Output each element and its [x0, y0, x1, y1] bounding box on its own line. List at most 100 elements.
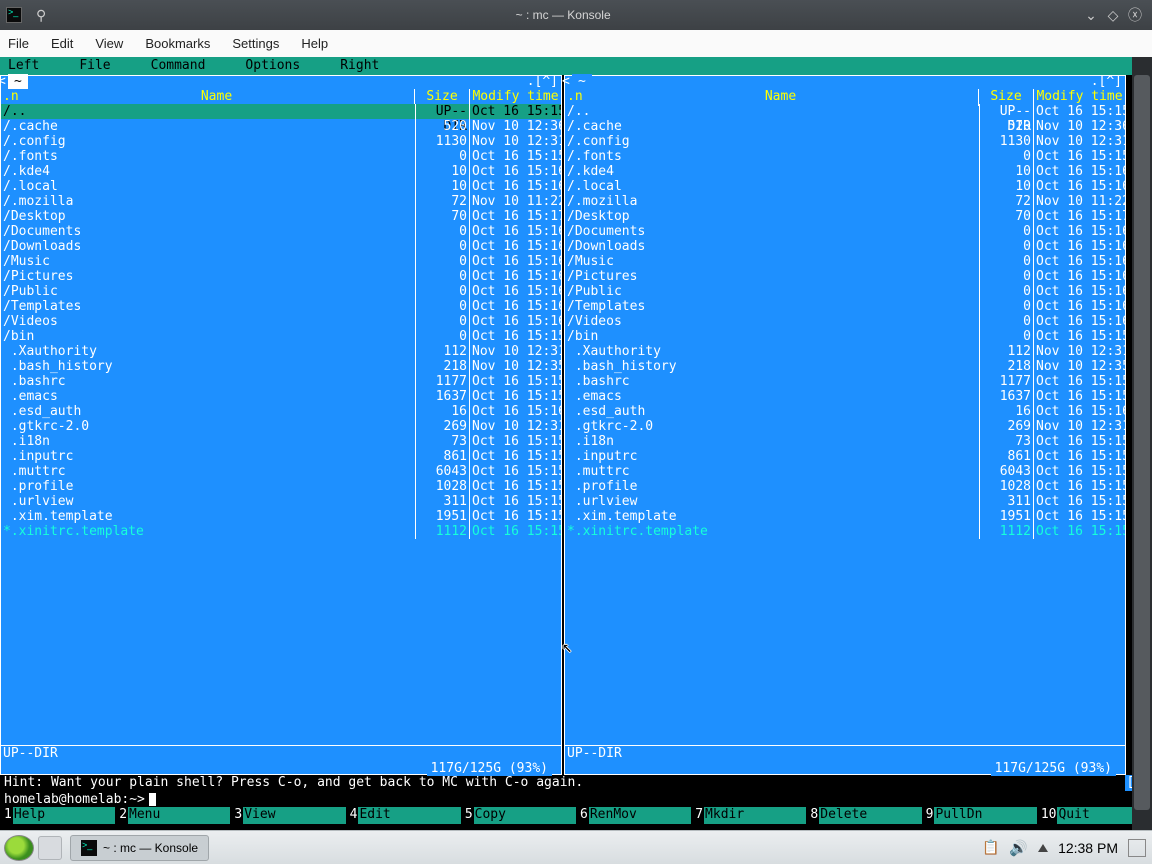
fnkey-pulldn[interactable]: 9PullDn: [922, 807, 1037, 824]
file-row[interactable]: /Videos0Oct 16 15:16: [1, 314, 561, 329]
file-row[interactable]: /.fonts0Oct 16 15:15: [1, 149, 561, 164]
file-row[interactable]: /Templates0Oct 16 15:16: [565, 299, 1125, 314]
start-button[interactable]: [4, 835, 34, 861]
file-row[interactable]: .bashrc1177Oct 16 15:15: [565, 374, 1125, 389]
mc-menu-right[interactable]: Right: [340, 57, 379, 75]
scrollbar-thumb[interactable]: [1134, 75, 1150, 810]
mc-menu-options[interactable]: Options: [245, 57, 300, 75]
file-row[interactable]: .profile1028Oct 16 15:15: [1, 479, 561, 494]
file-row[interactable]: /Templates0Oct 16 15:16: [1, 299, 561, 314]
pin-icon[interactable]: ⚲: [36, 7, 46, 24]
file-row[interactable]: /.mozilla72Nov 10 11:22: [1, 194, 561, 209]
file-row[interactable]: /bin0Oct 16 15:15: [1, 329, 561, 344]
file-row[interactable]: .bash_history218Nov 10 12:35: [1, 359, 561, 374]
fnkey-help[interactable]: 1Help: [0, 807, 115, 824]
left-panel-path[interactable]: ~: [8, 74, 28, 89]
mc-menu-command[interactable]: Command: [151, 57, 206, 75]
file-row[interactable]: /Downloads0Oct 16 15:16: [1, 239, 561, 254]
right-panel-path[interactable]: ~: [572, 74, 592, 89]
file-row[interactable]: /Music0Oct 16 15:16: [565, 254, 1125, 269]
file-row[interactable]: /.config1130Nov 10 12:31: [1, 134, 561, 149]
menu-file[interactable]: File: [8, 36, 29, 51]
file-row[interactable]: /bin0Oct 16 15:15: [565, 329, 1125, 344]
volume-icon[interactable]: 🔊: [1009, 839, 1028, 857]
file-row[interactable]: /Public0Oct 16 15:16: [565, 284, 1125, 299]
file-row[interactable]: /.mozilla72Nov 10 11:22: [565, 194, 1125, 209]
file-row[interactable]: /Public0Oct 16 15:16: [1, 284, 561, 299]
file-row[interactable]: .bashrc1177Oct 16 15:15: [1, 374, 561, 389]
file-row[interactable]: .xim.template1951Oct 16 15:15: [565, 509, 1125, 524]
file-row[interactable]: .esd_auth16Oct 16 15:16: [565, 404, 1125, 419]
file-row[interactable]: /Desktop70Oct 16 15:17: [565, 209, 1125, 224]
file-row[interactable]: .urlview311Oct 16 15:15: [565, 494, 1125, 509]
file-row[interactable]: .Xauthority112Nov 10 12:31: [1, 344, 561, 359]
quicklaunch-button[interactable]: [38, 836, 62, 860]
close-button[interactable]: ⓧ: [1124, 5, 1146, 25]
file-row[interactable]: .urlview311Oct 16 15:15: [1, 494, 561, 509]
file-row[interactable]: /Pictures0Oct 16 15:16: [1, 269, 561, 284]
file-row[interactable]: .gtkrc-2.0269Nov 10 12:31: [565, 419, 1125, 434]
file-row[interactable]: /.kde410Oct 16 15:16: [1, 164, 561, 179]
file-row[interactable]: /Documents0Oct 16 15:16: [565, 224, 1125, 239]
file-row[interactable]: /..UP--DIROct 16 15:15: [1, 104, 561, 119]
fnkey-delete[interactable]: 8Delete: [806, 807, 921, 824]
file-row[interactable]: /.kde410Oct 16 15:16: [565, 164, 1125, 179]
file-row[interactable]: *.xinitrc.template1112Oct 16 15:15: [565, 524, 1125, 539]
mc-prompt[interactable]: homelab@homelab:~>: [0, 791, 1152, 807]
file-row[interactable]: .bash_history218Nov 10 12:35: [565, 359, 1125, 374]
file-row[interactable]: .inputrc861Oct 16 15:15: [565, 449, 1125, 464]
menu-help[interactable]: Help: [301, 36, 328, 51]
fnkey-copy[interactable]: 5Copy: [461, 807, 576, 824]
terminal-scrollbar[interactable]: [1132, 57, 1152, 830]
file-row[interactable]: .i18n73Oct 16 15:15: [1, 434, 561, 449]
file-row[interactable]: .muttrc6043Oct 16 15:15: [1, 464, 561, 479]
file-row[interactable]: .emacs1637Oct 16 15:15: [565, 389, 1125, 404]
terminal-area[interactable]: Left File Command Options Right <- ~ .[^…: [0, 57, 1152, 830]
left-panel-body[interactable]: /..UP--DIROct 16 15:15/.cache520Nov 10 1…: [1, 104, 561, 746]
file-row[interactable]: .muttrc6043Oct 16 15:15: [565, 464, 1125, 479]
file-row[interactable]: /Downloads0Oct 16 15:16: [565, 239, 1125, 254]
fnkey-mkdir[interactable]: 7Mkdir: [691, 807, 806, 824]
fnkey-menu[interactable]: 2Menu: [115, 807, 230, 824]
file-row[interactable]: /..UP--DIROct 16 15:15: [565, 104, 1125, 119]
maximize-button[interactable]: ◇: [1102, 7, 1124, 24]
clipboard-icon[interactable]: 📋: [982, 839, 999, 856]
file-row[interactable]: /Music0Oct 16 15:16: [1, 254, 561, 269]
fnkey-edit[interactable]: 4Edit: [346, 807, 461, 824]
right-panel-body[interactable]: /..UP--DIROct 16 15:15/.cache520Nov 10 1…: [565, 104, 1125, 746]
file-row[interactable]: .gtkrc-2.0269Nov 10 12:31: [1, 419, 561, 434]
clock[interactable]: 12:38 PM: [1058, 840, 1118, 856]
minimize-button[interactable]: ⌄: [1080, 7, 1102, 24]
file-row[interactable]: /.config1130Nov 10 12:31: [565, 134, 1125, 149]
file-row[interactable]: .xim.template1951Oct 16 15:15: [1, 509, 561, 524]
file-row[interactable]: .i18n73Oct 16 15:15: [565, 434, 1125, 449]
mc-menu-left[interactable]: Left: [8, 57, 39, 75]
file-row[interactable]: *.xinitrc.template1112Oct 16 15:15: [1, 524, 561, 539]
file-row[interactable]: /.fonts0Oct 16 15:15: [565, 149, 1125, 164]
fnkey-view[interactable]: 3View: [230, 807, 345, 824]
file-row[interactable]: .Xauthority112Nov 10 12:31: [565, 344, 1125, 359]
menu-edit[interactable]: Edit: [51, 36, 73, 51]
file-row[interactable]: .profile1028Oct 16 15:15: [565, 479, 1125, 494]
panel-hat-icon[interactable]: .[^]: [527, 74, 558, 89]
fnkey-renmov[interactable]: 6RenMov: [576, 807, 691, 824]
mc-menu-file[interactable]: File: [79, 57, 110, 75]
file-row[interactable]: /.cache520Nov 10 12:36: [1, 119, 561, 134]
file-row[interactable]: /.cache520Nov 10 12:36: [565, 119, 1125, 134]
menu-view[interactable]: View: [95, 36, 123, 51]
show-desktop-button[interactable]: [1128, 839, 1146, 857]
file-row[interactable]: /.local10Oct 16 15:16: [565, 179, 1125, 194]
file-row[interactable]: .emacs1637Oct 16 15:15: [1, 389, 561, 404]
file-row[interactable]: /Desktop70Oct 16 15:17: [1, 209, 561, 224]
right-panel[interactable]: <- ~ .[^] .n Name Size Modify time /..UP…: [564, 75, 1126, 775]
left-panel[interactable]: <- ~ .[^] .n Name Size Modify time /..UP…: [0, 75, 562, 775]
file-row[interactable]: /Videos0Oct 16 15:16: [565, 314, 1125, 329]
file-row[interactable]: /Pictures0Oct 16 15:16: [565, 269, 1125, 284]
menu-settings[interactable]: Settings: [232, 36, 279, 51]
panel-hat-icon[interactable]: .[^]: [1091, 74, 1122, 89]
taskbar-task-konsole[interactable]: ~ : mc — Konsole: [70, 835, 209, 861]
file-row[interactable]: /Documents0Oct 16 15:16: [1, 224, 561, 239]
file-row[interactable]: .inputrc861Oct 16 15:15: [1, 449, 561, 464]
file-row[interactable]: /.local10Oct 16 15:16: [1, 179, 561, 194]
menu-bookmarks[interactable]: Bookmarks: [145, 36, 210, 51]
